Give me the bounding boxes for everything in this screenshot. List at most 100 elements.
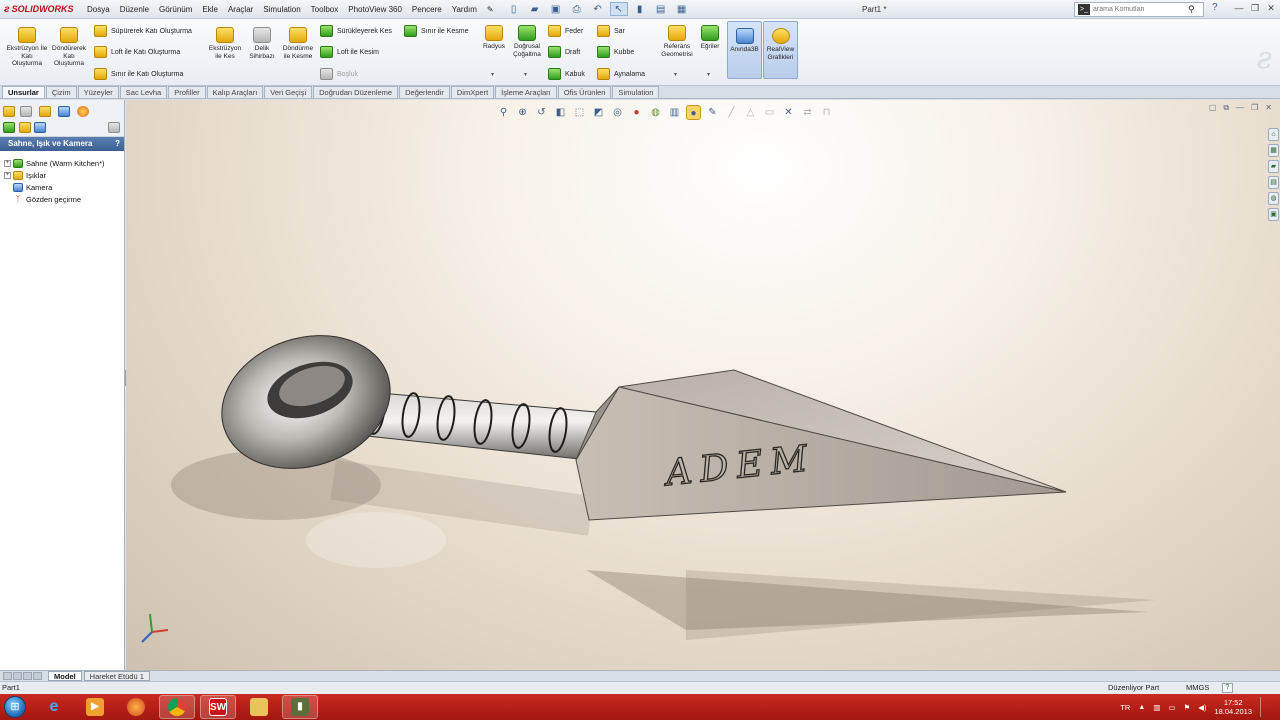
print-icon[interactable]: ⎙ xyxy=(568,2,586,16)
file-properties-icon[interactable]: ▤ xyxy=(652,2,670,16)
instant3d-button[interactable]: Anında3B xyxy=(727,21,762,79)
menu-simulation[interactable]: Simulation xyxy=(258,0,305,19)
volume-icon[interactable]: ◀) xyxy=(1198,703,1206,712)
tab-features[interactable]: Unsurlar xyxy=(2,86,45,98)
tab-sketch[interactable]: Çizim xyxy=(45,86,77,98)
loft-cut-button[interactable]: Loft ile Kesim xyxy=(320,46,379,58)
search-input[interactable] xyxy=(1093,6,1188,13)
graphics-area[interactable]: ⚲ ⊕ ↺ ◧ ⬚ ◩ ◎ ● ◍ ▥ ● ✎ ╱ △ ▭ ✕ ⇄ ⊓ ▢ ⧉ … xyxy=(126,100,1280,670)
menu-edit[interactable]: Düzenle xyxy=(115,0,154,19)
fillet-dropdown-icon[interactable]: ▾ xyxy=(491,71,494,78)
expand-icon[interactable]: + xyxy=(4,171,11,179)
scene-icon[interactable] xyxy=(34,122,46,133)
restore-icon[interactable]: ❐ xyxy=(1248,1,1262,15)
dimxpert-manager-icon[interactable] xyxy=(58,106,70,117)
last-tab-icon[interactable] xyxy=(33,672,42,680)
app-logo[interactable]: ƨ SOLIDWORKS xyxy=(0,0,82,19)
shell-button[interactable]: Kabuk xyxy=(548,68,585,80)
menu-help[interactable]: Yardım xyxy=(447,0,482,19)
appearance-icon[interactable] xyxy=(3,122,15,133)
pin-icon[interactable]: ✎ xyxy=(482,0,499,19)
tab-simulation[interactable]: Simulation xyxy=(612,86,660,98)
undo-icon[interactable]: ↶ xyxy=(589,2,607,16)
configuration-manager-icon[interactable] xyxy=(39,106,51,117)
sweep-cut-button[interactable]: Sürükleyerek Kes xyxy=(320,25,392,37)
taskbar-ie[interactable]: e xyxy=(36,695,72,719)
tab-evaluate[interactable]: Değerlendir xyxy=(399,86,450,98)
minimize-icon[interactable]: — xyxy=(1232,1,1246,15)
show-desktop-button[interactable] xyxy=(1260,697,1268,717)
reference-geometry-button[interactable]: Referans Geometrisi xyxy=(656,25,698,58)
next-tab-icon[interactable] xyxy=(23,672,32,680)
draft-button[interactable]: Draft xyxy=(548,46,580,58)
language-indicator[interactable]: TR xyxy=(1120,703,1130,712)
menu-photoview[interactable]: PhotoView 360 xyxy=(343,0,407,19)
search-icon[interactable]: ⚲ xyxy=(1188,4,1195,15)
taskbar-solidworks[interactable]: SW xyxy=(200,695,236,719)
mirror-button[interactable]: Aynalama xyxy=(597,68,645,80)
flag-icon[interactable]: ⚑ xyxy=(1183,703,1190,712)
curves-button[interactable]: Eğriler xyxy=(698,25,722,51)
menu-view[interactable]: Görünüm xyxy=(154,0,197,19)
expand-icon[interactable]: + xyxy=(4,159,11,167)
monitor-icon[interactable]: ▭ xyxy=(1168,703,1175,712)
boundary-boss-button[interactable]: Sınır ile Katı Oluşturma xyxy=(94,68,183,80)
fillet-button[interactable]: Radyus xyxy=(478,25,510,51)
boundary-cut-button[interactable]: Sınır ile Kesme xyxy=(404,25,468,37)
show-hidden-icons-icon[interactable]: ▲ xyxy=(1138,704,1145,711)
menu-toolbox[interactable]: Toolbox xyxy=(306,0,344,19)
clock[interactable]: 17:52 18.04.2013 xyxy=(1214,698,1252,716)
revolve-boss-button[interactable]: Döndürerek Katı Oluşturma xyxy=(48,27,90,68)
tab-mold-tools[interactable]: Kalıp Araçları xyxy=(206,86,264,98)
save-icon[interactable]: ▣ xyxy=(547,2,565,16)
pattern-dropdown-icon[interactable]: ▾ xyxy=(524,71,527,78)
menu-file[interactable]: Dosya xyxy=(82,0,115,19)
mirror-dropdown-icon[interactable]: ▾ xyxy=(674,71,677,78)
decal-icon[interactable] xyxy=(19,122,31,133)
taskbar-media-player[interactable]: ▶ xyxy=(77,695,113,719)
void-button[interactable]: Boşluk xyxy=(320,68,358,80)
taskbar-firefox[interactable] xyxy=(118,695,154,719)
kunai-model[interactable]: ADEM xyxy=(126,100,1280,670)
tab-weldments[interactable]: Profiller xyxy=(168,86,206,98)
select-arrow-icon[interactable]: ↖ xyxy=(609,2,628,16)
menu-window[interactable]: Pencere xyxy=(407,0,447,19)
tab-surfaces[interactable]: Yüzeyler xyxy=(77,86,119,98)
realview-button[interactable]: RealView Grafikleri xyxy=(763,21,798,79)
network-icon[interactable]: ▥ xyxy=(1153,703,1160,712)
tab-sheet-metal[interactable]: Sac Levha xyxy=(119,86,168,98)
revolve-cut-button[interactable]: Döndürme ile Kesme xyxy=(279,27,317,60)
panel-help-icon[interactable]: ? xyxy=(115,137,120,151)
display-manager-icon[interactable] xyxy=(77,106,89,117)
first-tab-icon[interactable] xyxy=(3,672,12,680)
tree-item-walkthrough[interactable]: ᛉ Gözden geçirme xyxy=(0,193,124,205)
new-document-icon[interactable]: ▯ xyxy=(505,2,523,16)
status-help-icon[interactable]: ? xyxy=(1222,683,1233,693)
tab-machining-tools[interactable]: İşleme Araçları xyxy=(495,86,557,98)
start-button[interactable]: ⊞ xyxy=(0,694,30,720)
tab-motion-study[interactable]: Hareket Etüdü 1 xyxy=(83,671,150,681)
taskbar-chrome[interactable] xyxy=(159,695,195,719)
taskbar-folder[interactable] xyxy=(241,695,277,719)
tab-dimxpert[interactable]: DimXpert xyxy=(450,86,495,98)
command-search[interactable]: >_ ⚲ xyxy=(1074,2,1204,17)
tab-data-migration[interactable]: Veri Geçişi xyxy=(264,86,313,98)
help-icon[interactable]: ? xyxy=(1212,2,1218,13)
hole-wizard-button[interactable]: Delik Sihirbazı xyxy=(245,27,279,60)
curves-dropdown-icon[interactable]: ▾ xyxy=(707,71,710,78)
extrude-cut-button[interactable]: Ekstrüzyon ile Kes xyxy=(205,27,245,60)
rebuild-icon[interactable]: ▮ xyxy=(631,2,649,16)
tab-model[interactable]: Model xyxy=(48,671,82,681)
status-units[interactable]: MMGS xyxy=(1186,682,1209,694)
tree-item-lights[interactable]: + Işıklar xyxy=(0,169,124,181)
tree-item-camera[interactable]: Kamera xyxy=(0,181,124,193)
loft-boss-button[interactable]: Loft ile Katı Oluşturma xyxy=(94,46,180,58)
menu-tools[interactable]: Araçlar xyxy=(223,0,258,19)
tab-direct-editing[interactable]: Doğrudan Düzenleme xyxy=(313,86,399,98)
options-icon[interactable]: ▦ xyxy=(673,2,691,16)
close-icon[interactable]: ✕ xyxy=(1264,1,1278,15)
extrude-boss-button[interactable]: Ekstrüzyon İle Katı Oluşturma xyxy=(6,27,48,68)
open-folder-icon[interactable]: ▰ xyxy=(526,2,544,16)
taskbar-app[interactable]: ▮ xyxy=(282,695,318,719)
tab-office-products[interactable]: Ofis Ürünleri xyxy=(557,86,612,98)
